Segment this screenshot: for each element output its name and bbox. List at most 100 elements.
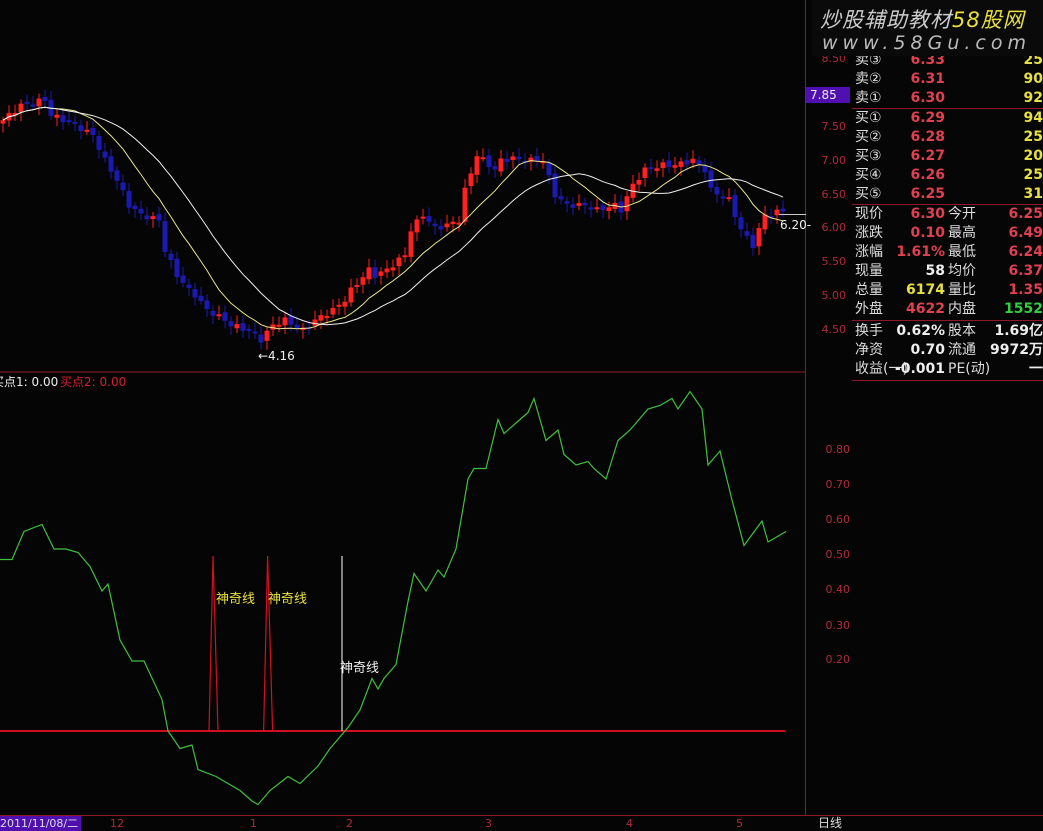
candle-up — [378, 271, 384, 276]
stat-value: 58 — [925, 263, 945, 279]
candle-down — [570, 204, 576, 208]
candle-up — [150, 216, 156, 220]
candle-up — [84, 129, 90, 132]
candle-up — [420, 216, 426, 219]
stat-value: 0.10 — [910, 225, 945, 241]
candle-down — [600, 205, 606, 211]
candle-up — [762, 214, 768, 230]
indicator-axis-label: 0.40 — [825, 583, 851, 596]
price-axis-label: 4.50 — [821, 323, 847, 336]
candle-up — [234, 324, 240, 329]
candle-up — [726, 197, 732, 200]
bid-ask-divider — [852, 108, 1043, 109]
order-price: 6.27 — [910, 148, 945, 164]
section-divider — [852, 320, 1043, 321]
candle-down — [432, 223, 438, 227]
moving-averages — [2, 106, 784, 330]
stat-value: 1552 — [1004, 301, 1043, 317]
stat-label: 现价 — [855, 206, 883, 222]
candle-up — [606, 207, 612, 211]
price-axis-label: 5.00 — [821, 289, 847, 302]
candle-up — [54, 114, 60, 118]
candle-up — [354, 284, 360, 287]
candle-up — [450, 221, 456, 225]
stat-label: 量比 — [948, 282, 976, 298]
order-label: 买④ — [855, 167, 882, 183]
price-axis-label: 7.00 — [821, 154, 847, 167]
magic-line-label: 神奇线 — [340, 661, 380, 676]
current-price-badge: 7.85 — [806, 87, 850, 103]
section-divider — [852, 204, 1043, 205]
candle-up — [444, 223, 450, 228]
candle-down — [684, 160, 690, 165]
candle-up — [510, 156, 516, 160]
candle-down — [504, 158, 510, 163]
info-label: 换手 — [855, 323, 883, 339]
order-price: 6.30 — [910, 90, 945, 106]
indicator-axis-label: 0.50 — [825, 548, 851, 561]
buy-point-2-label: 买点2: 0.00 — [60, 375, 127, 389]
candle-down — [492, 166, 498, 170]
indicator-line — [0, 390, 787, 806]
candle-down — [222, 312, 228, 321]
info-label: 流通 — [948, 342, 976, 358]
info-value: 9972万 — [990, 342, 1043, 358]
candle-up — [264, 330, 270, 341]
stat-label: 均价 — [948, 263, 976, 279]
candle-down — [648, 167, 654, 170]
order-label: 卖② — [855, 71, 882, 87]
candle-up — [18, 103, 24, 113]
candle-up — [654, 168, 660, 171]
candle-down — [168, 253, 174, 260]
candle-up — [312, 319, 318, 326]
candle-down — [738, 217, 744, 230]
candle-down — [240, 323, 246, 331]
order-label: 买⑤ — [855, 186, 882, 202]
stat-value: 1.35 — [1008, 282, 1043, 298]
candle-up — [678, 161, 684, 167]
order-qty: 31 — [1023, 186, 1043, 202]
time-tick: 2 — [346, 817, 353, 830]
candle-down — [780, 208, 786, 212]
candle-down — [162, 221, 168, 252]
candle-up — [360, 277, 366, 285]
candle-up — [324, 316, 330, 319]
candle-down — [696, 160, 702, 165]
candle-up — [36, 98, 42, 107]
info-label: PE(动) — [948, 361, 991, 377]
candle-up — [276, 324, 282, 327]
candle-up — [330, 307, 336, 315]
candle-up — [756, 228, 762, 247]
stat-label: 最高 — [948, 225, 976, 241]
candle-up — [576, 203, 582, 206]
stat-value: 4622 — [906, 301, 945, 317]
stat-value: 6.25 — [1008, 206, 1043, 222]
stat-label: 涨跌 — [855, 225, 883, 241]
candle-down — [144, 215, 150, 220]
candle-down — [228, 321, 234, 327]
candle-down — [750, 234, 756, 249]
stat-label: 总量 — [855, 282, 883, 298]
candle-down — [558, 196, 564, 200]
candle-up — [342, 301, 348, 307]
candle-up — [384, 268, 390, 273]
ma-long-line — [2, 106, 784, 326]
time-tick: 5 — [736, 817, 743, 830]
candle-down — [90, 127, 96, 136]
section-divider — [852, 380, 1043, 381]
stat-value: 6174 — [906, 282, 945, 298]
chart-area[interactable] — [0, 0, 806, 815]
candle-down — [120, 182, 126, 191]
candle-down — [132, 205, 138, 210]
magic-line-label: 神奇线 — [268, 592, 308, 607]
period-selector[interactable]: 日线 — [818, 816, 842, 831]
candle-down — [438, 226, 444, 230]
stat-label: 外盘 — [855, 301, 883, 317]
price-axis-label: 5.50 — [821, 255, 847, 268]
info-value: -0.001 — [894, 361, 945, 377]
candle-down — [732, 195, 738, 218]
indicator-axis-label: 0.60 — [825, 513, 851, 526]
candle-up — [468, 173, 474, 187]
buy-point-1-label: 买点1: 0.00 — [0, 375, 59, 389]
candle-up — [624, 196, 630, 212]
